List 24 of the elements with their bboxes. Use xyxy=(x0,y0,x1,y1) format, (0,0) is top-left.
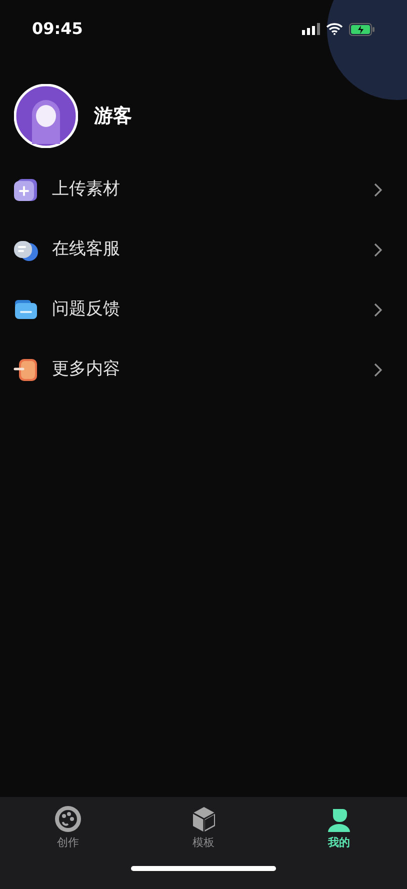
avatar-icon xyxy=(14,84,78,148)
menu-label: 上传素材 xyxy=(52,178,121,202)
tab[interactable]: 我的 xyxy=(271,805,407,852)
chevron-right-icon xyxy=(373,362,383,378)
palette-icon xyxy=(54,805,82,833)
battery-icon xyxy=(349,22,375,36)
menu-item[interactable]: 上传素材 xyxy=(0,160,407,220)
menu-label: 在线客服 xyxy=(52,238,121,262)
tab[interactable]: 模板 xyxy=(136,805,272,852)
chevron-right-icon xyxy=(373,242,383,258)
tab[interactable]: 创作 xyxy=(0,805,136,852)
signal-icon xyxy=(302,23,320,35)
menu-label: 问题反馈 xyxy=(52,298,121,322)
status-time: 09:45 xyxy=(32,18,83,40)
chevron-right-icon xyxy=(373,182,383,198)
user-name: 游客 xyxy=(94,104,132,129)
menu-item[interactable]: 问题反馈 xyxy=(0,280,407,340)
wifi-icon xyxy=(326,23,343,35)
chevron-right-icon xyxy=(373,302,383,318)
upload-icon xyxy=(13,177,39,203)
menu-label: 更多内容 xyxy=(52,358,121,382)
menu-item[interactable]: 在线客服 xyxy=(0,220,407,280)
menu-item[interactable]: 更多内容 xyxy=(0,340,407,400)
card-icon xyxy=(13,357,39,383)
